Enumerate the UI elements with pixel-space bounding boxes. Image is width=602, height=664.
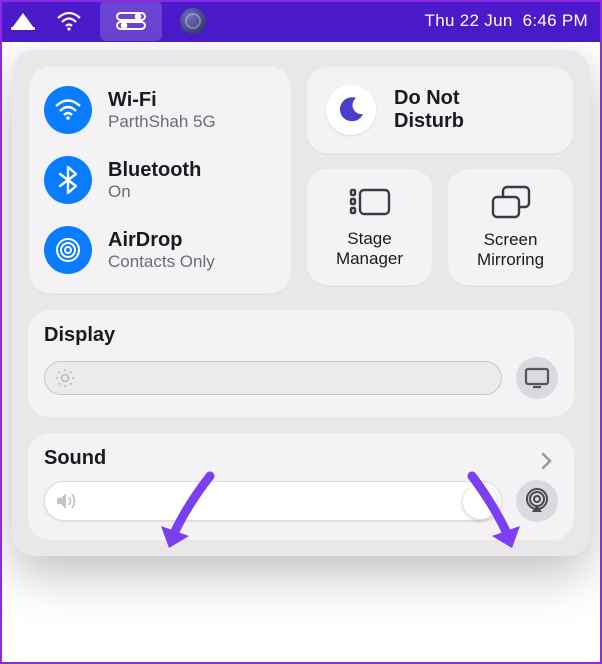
bluetooth-subtitle: On	[108, 182, 201, 202]
wifi-toggle[interactable]: Wi-Fi ParthShah 5G	[44, 86, 276, 134]
screen-mirroring-icon	[491, 185, 531, 224]
sound-chevron-icon[interactable]	[532, 447, 560, 475]
mirror-label-1: Screen	[477, 230, 544, 250]
volume-slider[interactable]	[44, 481, 502, 521]
stage-label-2: Manager	[336, 249, 403, 269]
wifi-menubar-icon[interactable]	[56, 11, 82, 31]
sound-section: Sound	[28, 433, 574, 540]
menubar-clock[interactable]: Thu 22 Jun 6:46 PM	[425, 11, 594, 31]
volume-knob[interactable]	[463, 485, 497, 519]
wifi-title: Wi-Fi	[108, 89, 216, 112]
bluetooth-icon	[44, 156, 92, 204]
bluetooth-title: Bluetooth	[108, 159, 201, 182]
stage-manager-icon	[349, 186, 391, 223]
sound-title: Sound	[44, 447, 558, 470]
display-title: Display	[44, 324, 558, 347]
siri-icon[interactable]	[180, 8, 206, 34]
connectivity-card: Wi-Fi ParthShah 5G Bluetooth On AirDro	[28, 66, 292, 294]
app-icon[interactable]	[8, 9, 38, 33]
mirror-label-2: Mirroring	[477, 250, 544, 270]
focus-title-line2: Disturb	[394, 110, 464, 133]
bluetooth-toggle[interactable]: Bluetooth On	[44, 156, 276, 204]
wifi-subtitle: ParthShah 5G	[108, 112, 216, 132]
control-center-menubar-icon[interactable]	[100, 1, 162, 41]
brightness-icon	[55, 368, 75, 388]
brightness-slider[interactable]	[44, 361, 502, 395]
moon-icon	[326, 85, 376, 135]
airdrop-subtitle: Contacts Only	[108, 252, 215, 272]
stage-label-1: Stage	[336, 229, 403, 249]
focus-toggle[interactable]: Do Not Disturb	[306, 66, 574, 154]
menubar-time: 6:46 PM	[523, 11, 588, 31]
control-center-panel: Wi-Fi ParthShah 5G Bluetooth On AirDro	[12, 50, 590, 556]
menu-bar: Thu 22 Jun 6:46 PM	[0, 0, 602, 42]
focus-title-line1: Do Not	[394, 87, 464, 110]
volume-icon	[55, 491, 79, 511]
stage-manager-toggle[interactable]: Stage Manager	[306, 168, 433, 286]
airdrop-toggle[interactable]: AirDrop Contacts Only	[44, 226, 276, 274]
airplay-audio-button[interactable]	[516, 480, 558, 522]
display-section: Display	[28, 310, 574, 417]
display-output-button[interactable]	[516, 357, 558, 399]
screen-mirroring-toggle[interactable]: Screen Mirroring	[447, 168, 574, 286]
airdrop-icon	[44, 226, 92, 274]
airdrop-title: AirDrop	[108, 229, 215, 252]
wifi-icon	[44, 86, 92, 134]
menubar-date: Thu 22 Jun	[425, 11, 513, 31]
